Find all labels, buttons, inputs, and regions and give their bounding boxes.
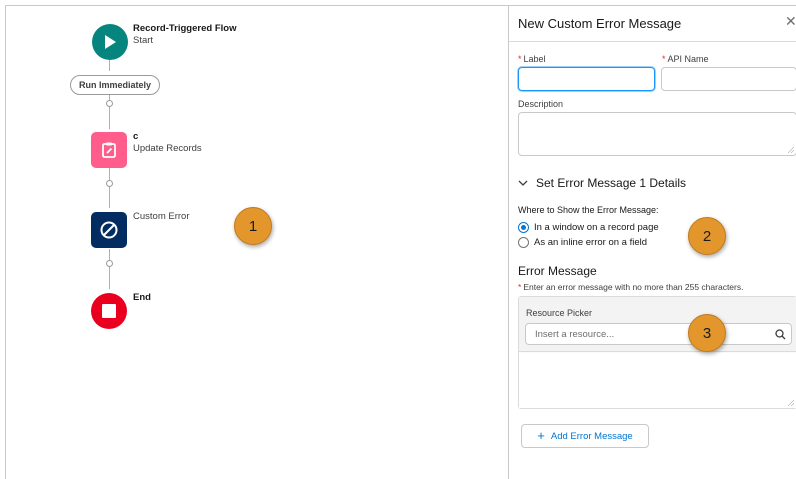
prohibited-icon — [100, 221, 118, 239]
api-name-field-text: API Name — [667, 54, 709, 64]
add-error-message-button[interactable]: + Add Error Message — [521, 424, 649, 448]
label-input[interactable] — [518, 67, 655, 91]
editor-toolbar: Resource Picker Insert a resource... — [519, 297, 796, 352]
description-textarea[interactable] — [518, 112, 796, 156]
start-node-subtitle: Start — [133, 35, 154, 46]
close-icon[interactable]: ✕ — [785, 14, 796, 28]
edit-clipboard-icon — [102, 142, 116, 158]
error-message-hint: * Enter an error message with no more tha… — [518, 282, 743, 292]
resource-picker-input[interactable]: Insert a resource... — [525, 323, 792, 345]
api-name-field-label: * API Name — [662, 54, 709, 64]
start-node-title: Record-Triggered Flow — [133, 23, 237, 34]
panel-header: New Custom Error Message ✕ — [509, 6, 796, 42]
update-records-node-icon[interactable] — [91, 132, 127, 168]
connector-line — [109, 168, 110, 180]
required-marker: * — [518, 282, 522, 292]
end-node-title: End — [133, 292, 151, 303]
panel-title: New Custom Error Message — [518, 16, 682, 31]
custom-error-panel: New Custom Error Message ✕ * Label * API N… — [508, 6, 796, 479]
chevron-down-icon — [518, 180, 528, 186]
update-records-node-title: c — [133, 131, 139, 142]
connector-dot[interactable] — [106, 100, 113, 107]
connector-line — [109, 249, 110, 260]
required-marker: * — [662, 54, 666, 64]
label-field-text: Label — [523, 54, 546, 64]
run-immediately-pill[interactable]: Run Immediately — [70, 75, 160, 95]
error-message-textarea[interactable] — [519, 353, 796, 408]
radio-option-label: In a window on a record page — [534, 222, 659, 233]
description-field-label: Description — [518, 99, 564, 109]
add-error-message-label: Add Error Message — [550, 430, 633, 442]
connector-line — [109, 107, 110, 129]
flow-canvas[interactable]: Record-Triggered Flow Start Run Immediat… — [6, 6, 508, 479]
connector-dot[interactable] — [106, 260, 113, 267]
section-title: Set Error Message 1 Details — [536, 176, 687, 190]
error-hint-text: Enter an error message with no more than… — [523, 282, 744, 292]
where-to-show-label: Where to Show the Error Message: — [518, 205, 659, 215]
update-records-node-subtitle: Update Records — [133, 143, 202, 154]
play-icon — [105, 35, 116, 49]
resize-handle[interactable] — [788, 400, 794, 406]
error-message-editor: Resource Picker Insert a resource... — [518, 296, 796, 409]
start-node-icon[interactable] — [92, 24, 128, 60]
required-marker: * — [518, 54, 522, 64]
resource-picker-label: Resource Picker — [526, 308, 593, 318]
radio-button[interactable] — [518, 222, 529, 233]
connector-line — [109, 187, 110, 208]
add-icon: + — [537, 428, 545, 443]
resize-handle[interactable] — [788, 147, 794, 153]
stop-icon — [102, 304, 116, 318]
connector-dot[interactable] — [106, 180, 113, 187]
api-name-input[interactable] — [661, 67, 796, 91]
end-node-icon[interactable] — [91, 293, 127, 329]
custom-error-node-title: Custom Error — [133, 211, 190, 222]
custom-error-node-icon[interactable] — [91, 212, 127, 248]
radio-option-record-page[interactable]: In a window on a record page — [518, 222, 659, 233]
resource-picker-placeholder: Insert a resource... — [535, 329, 615, 340]
connector-line — [109, 267, 110, 289]
radio-option-inline-field[interactable]: As an inline error on a field — [518, 237, 647, 248]
callout-badge-3: 3 — [688, 314, 726, 352]
callout-badge-1: 1 — [234, 207, 272, 245]
callout-badge-2: 2 — [688, 217, 726, 255]
label-field-label: * Label — [518, 54, 546, 64]
error-message-heading: Error Message — [518, 264, 597, 278]
radio-option-label: As an inline error on a field — [534, 237, 648, 248]
section-toggle[interactable]: Set Error Message 1 Details — [518, 176, 686, 190]
radio-button[interactable] — [518, 237, 529, 248]
search-icon — [775, 329, 786, 340]
